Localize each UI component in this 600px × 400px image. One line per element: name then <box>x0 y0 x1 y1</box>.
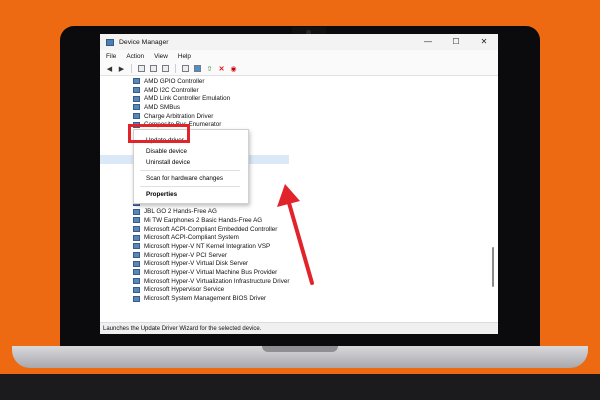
menu-file[interactable]: File <box>106 53 116 60</box>
maximize-button[interactable]: ☐ <box>442 34 470 50</box>
title-bar: Device Manager — ☐ ✕ <box>100 34 498 50</box>
device-label: AMD I2C Controller <box>144 86 199 94</box>
device-label: Microsoft Hypervisor Service <box>144 286 225 294</box>
menu-item-properties[interactable]: Properties <box>146 191 177 198</box>
device-tree-item[interactable]: Microsoft ACPI-Compliant System <box>100 233 289 242</box>
device-icon <box>133 252 140 259</box>
device-icon <box>133 243 140 250</box>
update-driver-icon[interactable]: ⇧ <box>205 64 214 73</box>
device-icon <box>133 295 140 302</box>
device-label: Microsoft ACPI-Compliant System <box>144 234 239 242</box>
menu-item-uninstall-device[interactable]: Uninstall device <box>146 159 190 166</box>
laptop-base <box>12 346 588 368</box>
device-label: Microsoft Hyper-V NT Kernel Integration … <box>144 242 271 250</box>
show-hidden-icon[interactable] <box>161 64 170 73</box>
device-tree-item[interactable]: Microsoft Hypervisor Service <box>100 286 289 295</box>
device-icon <box>133 278 140 285</box>
device-icon <box>133 78 140 85</box>
device-tree-item[interactable]: Microsoft Hyper-V Virtualization Infrast… <box>100 277 289 286</box>
menu-item-disable-device[interactable]: Disable device <box>146 148 187 155</box>
help-icon[interactable] <box>149 64 158 73</box>
device-icon <box>133 217 140 224</box>
device-icon <box>133 286 140 293</box>
status-bar: Launches the Update Driver Wizard for th… <box>100 322 498 334</box>
toolbar: ◀ ▶ ⇧ ✕ ◉ <box>100 62 498 76</box>
minimize-button[interactable]: — <box>414 34 442 50</box>
device-tree-item[interactable]: Microsoft ACPI-Compliant Embedded Contro… <box>100 225 289 234</box>
device-tree-item[interactable]: Microsoft Hyper-V PCI Server <box>100 251 289 260</box>
device-label: Microsoft Hyper-V Virtual Machine Bus Pr… <box>144 268 278 276</box>
menu-view[interactable]: View <box>154 53 168 60</box>
device-label: Microsoft ACPI-Compliant Embedded Contro… <box>144 225 278 233</box>
device-label: Microsoft System Management BIOS Driver <box>144 295 267 303</box>
device-tree-item[interactable]: AMD GPIO Controller <box>100 77 289 86</box>
device-tree-item[interactable]: Microsoft Hyper-V NT Kernel Integration … <box>100 242 289 251</box>
print-icon[interactable] <box>181 64 190 73</box>
device-tree-item[interactable]: AMD Link Controller Emulation <box>100 94 289 103</box>
scrollbar-thumb[interactable] <box>492 247 494 287</box>
device-tree-item[interactable]: JBL GO 2 Hands-Free AG <box>100 207 289 216</box>
device-icon <box>133 260 140 267</box>
window-title: Device Manager <box>119 38 169 46</box>
monitor-icon[interactable] <box>193 64 202 73</box>
device-label: Microsoft Hyper-V Virtualization Infrast… <box>144 277 290 285</box>
device-label: AMD SMBus <box>144 103 181 111</box>
menu-separator <box>140 170 240 171</box>
device-icon <box>133 234 140 241</box>
device-tree-item[interactable]: Microsoft Hyper-V Virtual Machine Bus Pr… <box>100 268 289 277</box>
desk-surface <box>0 374 600 400</box>
device-label: Charge Arbitration Driver <box>144 112 214 120</box>
scrollbar[interactable] <box>490 75 496 322</box>
device-icon <box>133 113 140 120</box>
forward-arrow-icon[interactable]: ▶ <box>117 64 126 73</box>
device-tree-item[interactable]: Microsoft System Management BIOS Driver <box>100 294 289 303</box>
device-icon <box>133 87 140 94</box>
menu-item-scan-hardware[interactable]: Scan for hardware changes <box>146 175 223 182</box>
device-tree-item[interactable]: Charge Arbitration Driver <box>100 112 289 121</box>
window-controls: — ☐ ✕ <box>414 34 498 50</box>
close-button[interactable]: ✕ <box>470 34 498 50</box>
menu-action[interactable]: Action <box>126 53 144 60</box>
device-label: Microsoft Hyper-V Virtual Disk Server <box>144 260 249 268</box>
back-arrow-icon[interactable]: ◀ <box>105 64 114 73</box>
device-label: Mi TW Earphones 2 Basic Hands-Free AG <box>144 216 263 224</box>
device-tree-item[interactable]: AMD SMBus <box>100 103 289 112</box>
device-manager-icon <box>106 38 114 46</box>
properties-icon[interactable] <box>137 64 146 73</box>
device-label: Microsoft Hyper-V PCI Server <box>144 251 227 259</box>
menu-help[interactable]: Help <box>178 53 191 60</box>
device-icon <box>133 269 140 276</box>
device-label: AMD GPIO Controller <box>144 77 205 85</box>
scan-icon[interactable]: ◉ <box>229 64 238 73</box>
device-label: AMD Link Controller Emulation <box>144 95 231 103</box>
device-icon <box>133 208 140 215</box>
menu-bar: File Action View Help <box>100 50 498 62</box>
device-icon <box>133 104 140 111</box>
device-label: JBL GO 2 Hands-Free AG <box>144 208 217 216</box>
device-tree-item[interactable]: AMD I2C Controller <box>100 86 289 95</box>
device-icon <box>133 95 140 102</box>
device-icon <box>133 226 140 233</box>
highlight-box <box>128 124 190 143</box>
uninstall-icon[interactable]: ✕ <box>217 64 226 73</box>
menu-separator <box>140 186 240 187</box>
laptop-base-notch <box>262 346 338 352</box>
toolbar-separator <box>131 64 132 73</box>
toolbar-separator <box>175 64 176 73</box>
device-tree-item[interactable]: Mi TW Earphones 2 Basic Hands-Free AG <box>100 216 289 225</box>
device-tree-item[interactable]: Microsoft Hyper-V Virtual Disk Server <box>100 259 289 268</box>
